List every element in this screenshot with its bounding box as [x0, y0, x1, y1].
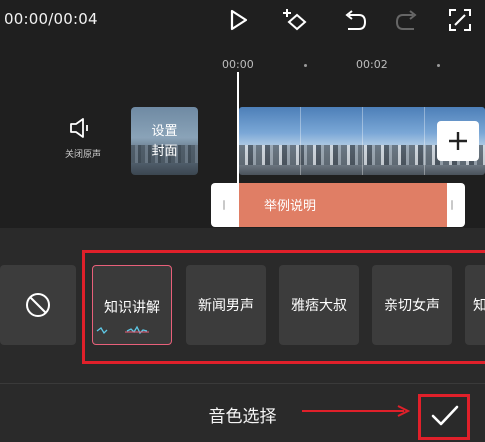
undo-icon[interactable]: [340, 6, 368, 34]
time-display: 00:00/00:04: [4, 10, 98, 28]
play-icon[interactable]: [224, 6, 252, 34]
set-cover-button[interactable]: 设置 封面: [131, 107, 198, 175]
frame-separator: [300, 107, 301, 175]
ruler-tick-0: 00:00: [222, 58, 254, 71]
plus-icon: [449, 132, 467, 150]
ruler-dot: [304, 64, 307, 67]
frame-separator: [362, 107, 363, 175]
mute-original-label[interactable]: 关闭原声: [58, 147, 108, 160]
check-icon: [431, 405, 459, 426]
confirm-button[interactable]: [428, 400, 462, 432]
text-clip-track[interactable]: 举例说明: [211, 183, 465, 227]
playhead[interactable]: [237, 72, 239, 227]
panel-divider: [0, 383, 485, 384]
redo-icon[interactable]: [394, 6, 422, 34]
text-clip-label: 举例说明: [264, 199, 317, 214]
left-trim-handle[interactable]: [223, 200, 225, 210]
set-cover-label: 设置 封面: [151, 124, 178, 159]
fullscreen-icon[interactable]: [446, 6, 474, 34]
annotation-highlight-box: [82, 250, 485, 364]
none-icon: [26, 293, 50, 317]
ruler-tick-2: 00:02: [356, 58, 388, 71]
speaker-mute-icon[interactable]: [68, 115, 94, 141]
annotation-arrow: [302, 405, 411, 417]
add-clip-button[interactable]: [437, 121, 479, 161]
voice-option-none[interactable]: [0, 265, 76, 345]
panel-title: 音色选择: [208, 407, 277, 427]
right-trim-handle[interactable]: [451, 200, 453, 210]
ruler-dot: [437, 64, 440, 67]
frame-separator: [424, 107, 425, 175]
text-clip[interactable]: 举例说明: [237, 183, 447, 227]
keyframe-icon[interactable]: [282, 6, 310, 34]
